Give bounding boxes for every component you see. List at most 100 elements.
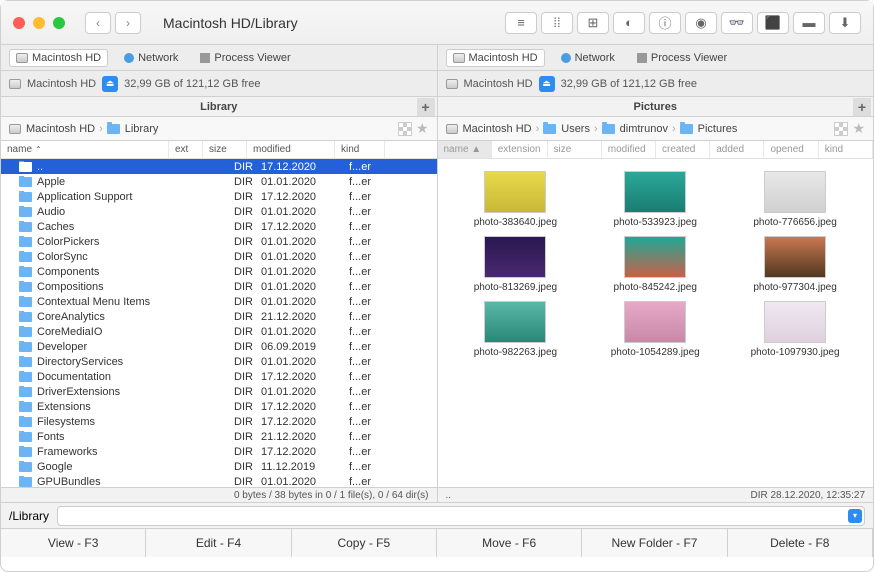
file-row[interactable]: FontsDIR21.12.2020f...er — [1, 429, 437, 444]
file-list[interactable]: ..DIR17.12.2020f...erAppleDIR01.01.2020f… — [1, 159, 437, 487]
minimize-icon[interactable] — [33, 17, 45, 29]
file-row[interactable]: CoreAnalyticsDIR21.12.2020f...er — [1, 309, 437, 324]
file-row[interactable]: DirectoryServicesDIR01.01.2020f...er — [1, 354, 437, 369]
icon-grid[interactable]: photo-383640.jpegphoto-533923.jpegphoto-… — [438, 159, 874, 487]
folder-icon — [19, 297, 32, 307]
thumbnail-item[interactable]: photo-776656.jpeg — [729, 171, 861, 228]
source-tab[interactable]: Network — [555, 50, 621, 66]
file-row[interactable]: ExtensionsDIR17.12.2020f...er — [1, 399, 437, 414]
drive-label[interactable]: Macintosh HD — [27, 78, 96, 90]
thumbnail-item[interactable]: photo-982263.jpeg — [450, 301, 582, 358]
close-icon[interactable] — [13, 17, 25, 29]
path-input[interactable]: ▾ — [57, 506, 865, 526]
folder-icon — [19, 387, 32, 397]
file-row[interactable]: DocumentationDIR17.12.2020f...er — [1, 369, 437, 384]
file-row[interactable]: Application SupportDIR17.12.2020f...er — [1, 189, 437, 204]
column-header[interactable]: size — [548, 141, 602, 158]
column-header[interactable]: kind — [819, 141, 873, 158]
file-row[interactable]: ColorSyncDIR01.01.2020f...er — [1, 249, 437, 264]
breadcrumb-item[interactable]: dimtrunov — [620, 123, 668, 135]
column-header[interactable]: modified — [602, 141, 656, 158]
toolbar-button[interactable]: ≡ — [505, 12, 537, 34]
favorite-icon[interactable]: ★ — [852, 120, 865, 137]
breadcrumb-item[interactable]: Library — [125, 123, 159, 135]
thumbnail-label: photo-1097930.jpeg — [735, 347, 855, 358]
toolbar-button[interactable]: ⬇ — [829, 12, 861, 34]
toolbar-button[interactable]: ◐ — [613, 12, 645, 34]
source-tab[interactable]: Macintosh HD — [9, 49, 108, 67]
drive-label[interactable]: Macintosh HD — [464, 78, 533, 90]
column-header[interactable]: name⌃ — [1, 141, 169, 158]
toolbar-button[interactable]: ⁞⁞ — [541, 12, 573, 34]
breadcrumb-item[interactable]: Macintosh HD — [26, 123, 95, 135]
file-row[interactable]: CachesDIR17.12.2020f...er — [1, 219, 437, 234]
action-button[interactable]: Move - F6 — [437, 529, 582, 557]
toolbar-button[interactable]: ◉ — [685, 12, 717, 34]
file-row[interactable]: DriverExtensionsDIR01.01.2020f...er — [1, 384, 437, 399]
action-button[interactable]: Copy - F5 — [292, 529, 437, 557]
path-dropdown-icon[interactable]: ▾ — [848, 509, 862, 523]
toolbar-button[interactable]: ▬ — [793, 12, 825, 34]
file-row[interactable]: CompositionsDIR01.01.2020f...er — [1, 279, 437, 294]
file-row[interactable]: GPUBundlesDIR01.01.2020f...er — [1, 474, 437, 487]
eject-button[interactable]: ⏏ — [539, 76, 555, 92]
column-header[interactable]: extension — [492, 141, 548, 158]
source-tab[interactable]: Process Viewer — [194, 50, 296, 66]
source-tab[interactable]: Process Viewer — [631, 50, 733, 66]
source-tab[interactable]: Network — [118, 50, 184, 66]
toolbar-button[interactable]: ⊞ — [577, 12, 609, 34]
thumbnail-item[interactable]: photo-813269.jpeg — [450, 236, 582, 293]
zoom-icon[interactable] — [53, 17, 65, 29]
action-button[interactable]: Edit - F4 — [146, 529, 291, 557]
column-header[interactable]: kind — [335, 141, 385, 158]
file-row[interactable]: CoreMediaIODIR01.01.2020f...er — [1, 324, 437, 339]
file-row[interactable]: ..DIR17.12.2020f...er — [1, 159, 437, 174]
toolbar-button[interactable]: 👓 — [721, 12, 753, 34]
column-header[interactable]: modified — [247, 141, 335, 158]
forward-button[interactable]: › — [115, 12, 141, 34]
file-row[interactable]: AudioDIR01.01.2020f...er — [1, 204, 437, 219]
file-row[interactable]: Contextual Menu ItemsDIR01.01.2020f...er — [1, 294, 437, 309]
thumbnail-item[interactable]: photo-533923.jpeg — [589, 171, 721, 228]
add-tab-button[interactable]: + — [417, 98, 435, 116]
thumbnail-item[interactable]: photo-977304.jpeg — [729, 236, 861, 293]
folder-icon — [19, 252, 32, 262]
file-row[interactable]: DeveloperDIR06.09.2019f...er — [1, 339, 437, 354]
column-header[interactable]: ext — [169, 141, 203, 158]
column-header[interactable]: size — [203, 141, 247, 158]
breadcrumb-item[interactable]: Pictures — [698, 123, 738, 135]
source-tab[interactable]: Macintosh HD — [446, 49, 545, 67]
file-row[interactable]: ColorPickersDIR01.01.2020f...er — [1, 234, 437, 249]
action-button[interactable]: New Folder - F7 — [582, 529, 727, 557]
thumbnail-item[interactable]: photo-1097930.jpeg — [729, 301, 861, 358]
disk-icon — [453, 53, 465, 63]
view-toggle-icon[interactable] — [834, 122, 848, 136]
globe-icon — [561, 53, 571, 63]
add-tab-button[interactable]: + — [853, 98, 871, 116]
breadcrumb-item[interactable]: Users — [561, 123, 590, 135]
folder-icon — [19, 222, 32, 232]
file-row[interactable]: ComponentsDIR01.01.2020f...er — [1, 264, 437, 279]
toolbar-button[interactable]: ⬛ — [757, 12, 789, 34]
thumbnail-item[interactable]: photo-845242.jpeg — [589, 236, 721, 293]
action-button[interactable]: View - F3 — [1, 529, 146, 557]
favorite-icon[interactable]: ★ — [416, 120, 429, 137]
file-row[interactable]: GoogleDIR11.12.2019f...er — [1, 459, 437, 474]
file-row[interactable]: AppleDIR01.01.2020f...er — [1, 174, 437, 189]
folder-icon — [19, 432, 32, 442]
back-button[interactable]: ‹ — [85, 12, 111, 34]
eject-button[interactable]: ⏏ — [102, 76, 118, 92]
thumbnail-item[interactable]: photo-1054289.jpeg — [589, 301, 721, 358]
toolbar-button[interactable]: ⓘ — [649, 12, 681, 34]
column-header[interactable]: added — [710, 141, 764, 158]
file-row[interactable]: FrameworksDIR17.12.2020f...er — [1, 444, 437, 459]
thumbnail-item[interactable]: photo-383640.jpeg — [450, 171, 582, 228]
breadcrumb-item[interactable]: Macintosh HD — [463, 123, 532, 135]
column-header[interactable]: opened — [764, 141, 818, 158]
action-button[interactable]: Delete - F8 — [728, 529, 873, 557]
column-header[interactable]: name ▲ — [438, 141, 492, 158]
view-toggle-icon[interactable] — [398, 122, 412, 136]
file-row[interactable]: FilesystemsDIR17.12.2020f...er — [1, 414, 437, 429]
column-header[interactable]: created — [656, 141, 710, 158]
thumbnail-image — [764, 301, 826, 343]
